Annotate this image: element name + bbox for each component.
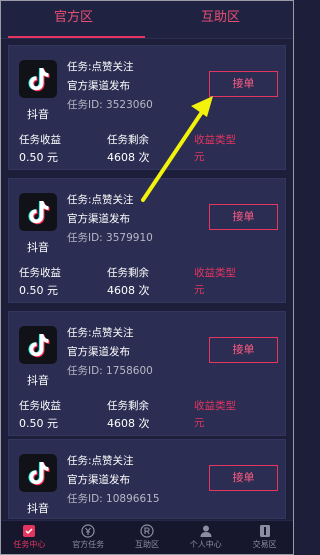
tiktok-icon — [19, 60, 57, 98]
nav-official-tasks[interactable]: 官方任务 — [59, 521, 118, 555]
nav-label: 个人中心 — [189, 540, 222, 549]
income-type-label: 收益类型 — [194, 267, 236, 279]
income-label: 任务收益 — [19, 134, 61, 146]
nav-label: 交易区 — [252, 540, 277, 549]
task-card: 抖音 任务:点赞关注 官方渠道发布 任务ID: 3579910 接单 任务收益 … — [8, 178, 286, 303]
task-title: 任务:点赞关注 — [67, 455, 134, 467]
income-type-value: 元 — [194, 284, 205, 296]
income-value: 0.50 元 — [19, 151, 58, 164]
income-type-value: 元 — [194, 417, 205, 429]
app-name: 抖音 — [27, 502, 49, 515]
tiktok-icon — [19, 193, 57, 231]
person-icon — [200, 525, 212, 537]
top-tab-bar: 官方区 互助区 — [0, 0, 294, 39]
accept-task-button[interactable]: 接单 — [209, 204, 278, 230]
income-type-label: 收益类型 — [194, 134, 236, 146]
tab-mutual-help[interactable]: 互助区 — [147, 0, 294, 38]
task-title: 任务:点赞关注 — [67, 61, 134, 73]
nav-profile[interactable]: 个人中心 — [176, 521, 235, 555]
income-type-label: 收益类型 — [194, 400, 236, 412]
task-card: 抖音 任务:点赞关注 官方渠道发布 任务ID: 3523060 接单 任务收益 … — [8, 45, 286, 170]
remaining-label: 任务剩余 — [107, 267, 149, 279]
nav-trade[interactable]: 交易区 — [235, 521, 294, 555]
income-value: 0.50 元 — [19, 284, 58, 297]
trade-icon — [259, 525, 270, 537]
remaining-value: 4608 次 — [107, 151, 150, 164]
income-label: 任务收益 — [19, 400, 61, 412]
nav-mutual-help[interactable]: 互助区 — [118, 521, 177, 555]
app-name: 抖音 — [27, 374, 49, 387]
nav-label: 任务中心 — [13, 540, 46, 549]
task-id: 任务ID: 10896615 — [67, 493, 160, 505]
income-type-value: 元 — [194, 151, 205, 163]
task-id: 任务ID: 1758600 — [67, 365, 153, 377]
task-id: 任务ID: 3579910 — [67, 232, 153, 244]
remaining-value: 4608 次 — [107, 417, 150, 430]
task-title: 任务:点赞关注 — [67, 194, 134, 206]
accept-task-button[interactable]: 接单 — [209, 465, 278, 491]
remaining-label: 任务剩余 — [107, 134, 149, 146]
app-name: 抖音 — [27, 241, 49, 254]
app-name: 抖音 — [27, 108, 49, 121]
task-center-icon — [23, 525, 36, 537]
task-source: 官方渠道发布 — [67, 474, 130, 486]
income-value: 0.50 元 — [19, 417, 58, 430]
income-label: 任务收益 — [19, 267, 61, 279]
remaining-value: 4608 次 — [107, 284, 150, 297]
accept-task-button[interactable]: 接单 — [209, 71, 278, 97]
nav-label: 官方任务 — [72, 540, 105, 549]
task-card: 抖音 任务:点赞关注 官方渠道发布 任务ID: 1758600 接单 任务收益 … — [8, 311, 286, 436]
bottom-nav: 任务中心 官方任务 互助区 个人中心 交易区 — [0, 520, 294, 555]
tab-official[interactable]: 官方区 — [0, 0, 147, 38]
task-source: 官方渠道发布 — [67, 213, 130, 225]
nav-label: 互助区 — [134, 540, 159, 549]
accept-task-button[interactable]: 接单 — [209, 337, 278, 363]
task-id: 任务ID: 3523060 — [67, 99, 153, 111]
task-card: 抖音 任务:点赞关注 官方渠道发布 任务ID: 10896615 接单 — [8, 439, 286, 519]
tiktok-icon — [19, 326, 57, 364]
tiktok-icon — [19, 454, 57, 492]
yen-icon — [81, 524, 95, 538]
nav-task-center[interactable]: 任务中心 — [0, 521, 59, 555]
task-source: 官方渠道发布 — [67, 346, 130, 358]
task-title: 任务:点赞关注 — [67, 327, 134, 339]
task-source: 官方渠道发布 — [67, 80, 130, 92]
registered-icon — [140, 524, 154, 538]
remaining-label: 任务剩余 — [107, 400, 149, 412]
